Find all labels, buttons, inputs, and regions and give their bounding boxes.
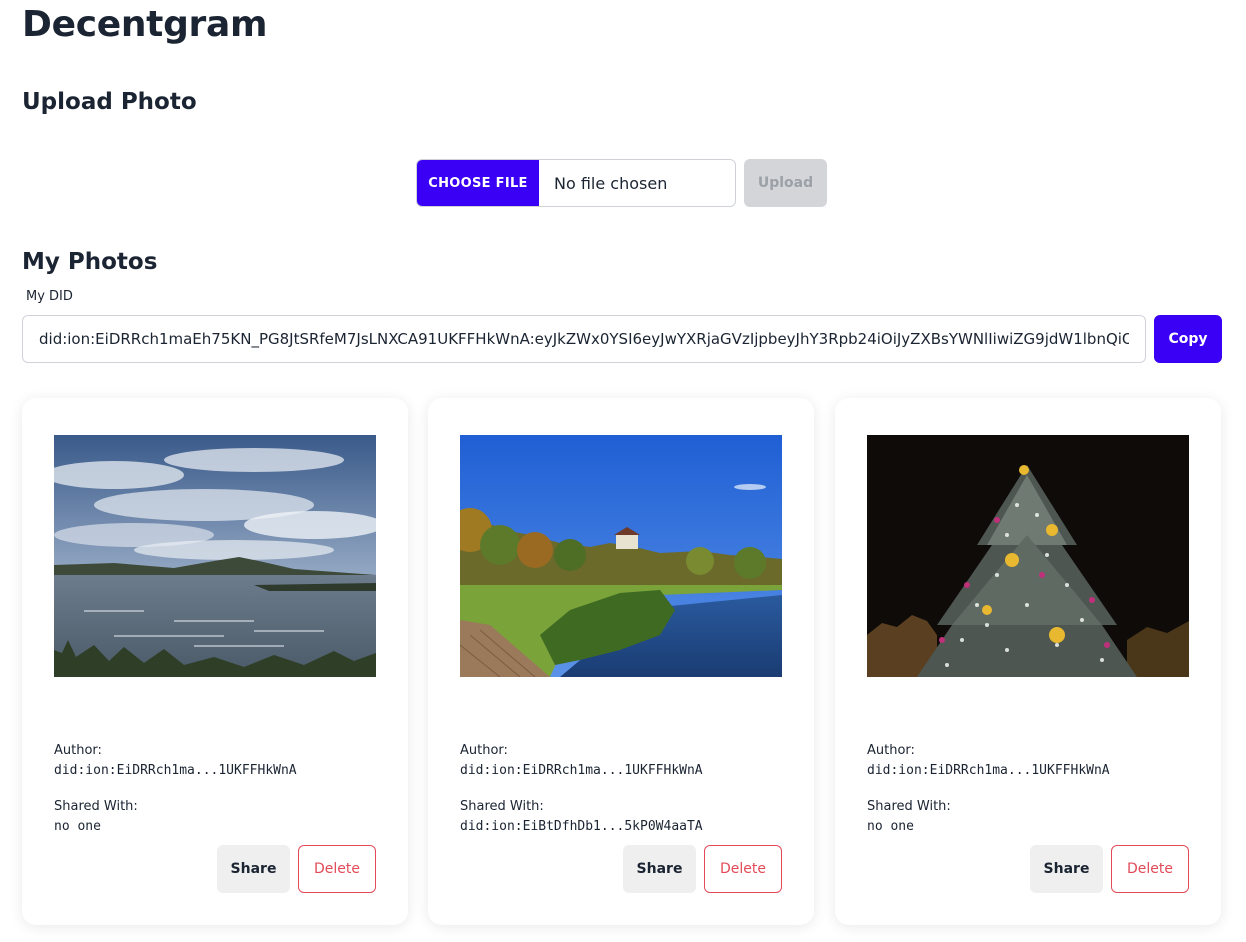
delete-button[interactable]: Delete [1111, 845, 1189, 893]
my-photos-title: My Photos [22, 249, 158, 275]
photo-card: Author: did:ion:EiDRRch1ma...1UKFFHkWnA … [22, 398, 408, 925]
share-button[interactable]: Share [623, 845, 696, 893]
author-label: Author: [460, 743, 508, 758]
choose-file-button[interactable]: CHOOSE FILE [417, 160, 539, 206]
did-field[interactable]: did:ion:EiDRRch1maEh75KN_PG8JtSRfeM7JsLN… [22, 315, 1146, 363]
photo-park-pond-with-castle[interactable] [460, 435, 782, 677]
author-did: did:ion:EiDRRch1ma...1UKFFHkWnA [54, 763, 297, 778]
app-title: Decentgram [22, 4, 268, 45]
upload-section-title: Upload Photo [22, 89, 197, 115]
author-label: Author: [54, 743, 102, 758]
photo-card: Author: did:ion:EiDRRch1ma...1UKFFHkWnA … [428, 398, 814, 925]
delete-button[interactable]: Delete [298, 845, 376, 893]
photo-card: Author: did:ion:EiDRRch1ma...1UKFFHkWnA … [835, 398, 1221, 925]
author-label: Author: [867, 743, 915, 758]
did-label: My DID [26, 289, 73, 304]
shared-with-value: did:ion:EiBtDfhDb1...5kP0W4aaTA [460, 819, 703, 834]
share-button[interactable]: Share [217, 845, 290, 893]
did-value: did:ion:EiDRRch1maEh75KN_PG8JtSRfeM7JsLN… [39, 330, 1129, 348]
shared-with-label: Shared With: [54, 799, 138, 814]
file-status-text: No file chosen [554, 173, 668, 193]
photo-lake-with-cloudy-sky[interactable] [54, 435, 376, 677]
copy-button[interactable]: Copy [1154, 315, 1222, 363]
upload-button[interactable]: Upload [744, 159, 827, 207]
shared-with-value: no one [54, 819, 101, 834]
upload-form: CHOOSE FILE No file chosen Upload [416, 159, 827, 207]
author-did: did:ion:EiDRRch1ma...1UKFFHkWnA [867, 763, 1110, 778]
shared-with-label: Shared With: [867, 799, 951, 814]
delete-button[interactable]: Delete [704, 845, 782, 893]
shared-with-label: Shared With: [460, 799, 544, 814]
share-button[interactable]: Share [1030, 845, 1103, 893]
file-input[interactable]: CHOOSE FILE No file chosen [416, 159, 736, 207]
shared-with-value: no one [867, 819, 914, 834]
author-did: did:ion:EiDRRch1ma...1UKFFHkWnA [460, 763, 703, 778]
photo-christmas-tree-at-night[interactable] [867, 435, 1189, 677]
